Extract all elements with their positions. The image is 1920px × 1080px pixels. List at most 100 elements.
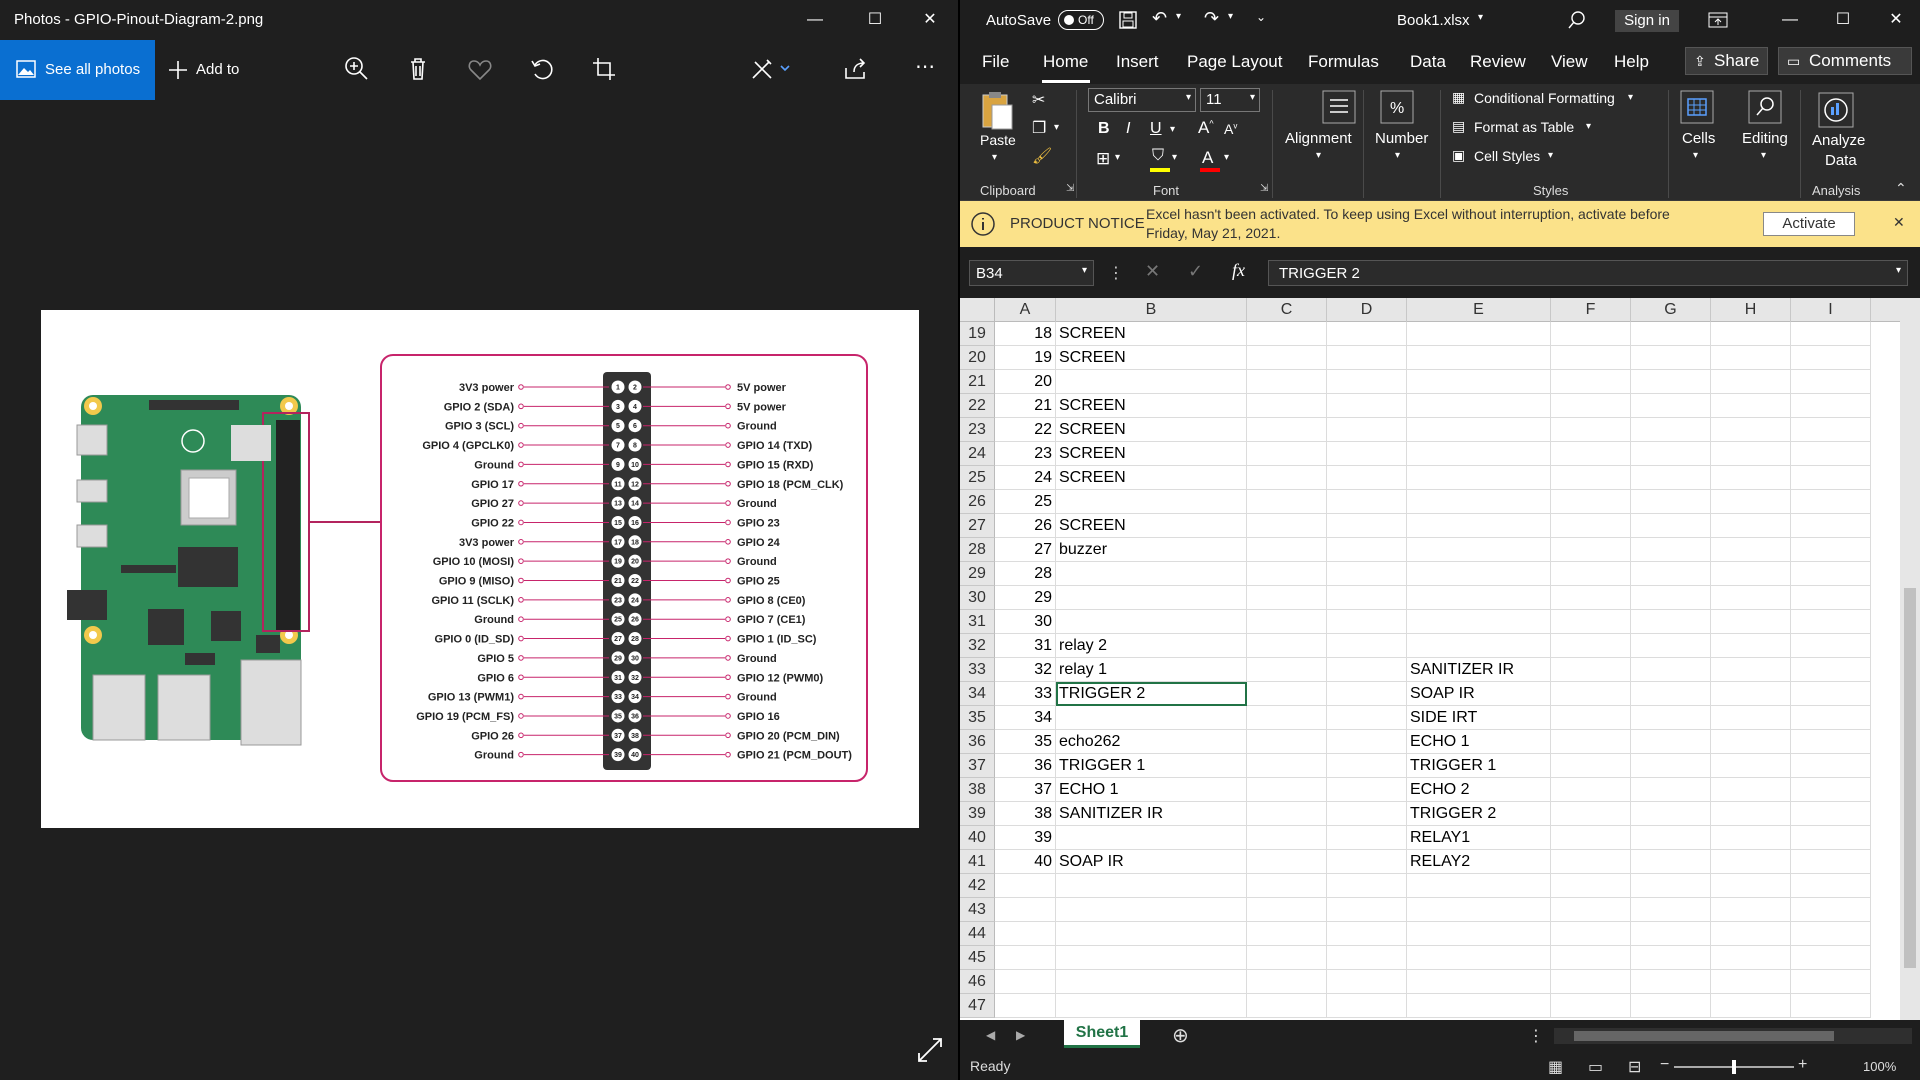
insert-function-icon[interactable]: fx — [1232, 260, 1245, 281]
redo-dropdown-icon[interactable]: ▾ — [1228, 11, 1233, 22]
cell-i46[interactable] — [1791, 970, 1871, 994]
cell-a38[interactable]: 37 — [995, 778, 1056, 802]
cell-g20[interactable] — [1631, 346, 1711, 370]
analyze-data-icon[interactable] — [1816, 90, 1856, 130]
cell-h35[interactable] — [1711, 706, 1791, 730]
cell-h32[interactable] — [1711, 634, 1791, 658]
cell-g32[interactable] — [1631, 634, 1711, 658]
decrease-font-icon[interactable]: Av — [1224, 121, 1237, 137]
cell-f46[interactable] — [1551, 970, 1631, 994]
cell-e37[interactable]: TRIGGER 1 — [1407, 754, 1551, 778]
row-header[interactable]: 42 — [960, 874, 995, 898]
bold-button[interactable]: B — [1098, 120, 1110, 138]
cell-h43[interactable] — [1711, 898, 1791, 922]
cell-b44[interactable] — [1056, 922, 1247, 946]
cell-g25[interactable] — [1631, 466, 1711, 490]
row-header[interactable]: 36 — [960, 730, 995, 754]
column-header-e[interactable]: E — [1407, 298, 1551, 322]
cell-b22[interactable]: SCREEN — [1056, 394, 1247, 418]
font-size-select[interactable]: 11 ▾ — [1200, 88, 1260, 112]
cell-c31[interactable] — [1247, 610, 1327, 634]
cell-f42[interactable] — [1551, 874, 1631, 898]
cell-d43[interactable] — [1327, 898, 1407, 922]
cell-g46[interactable] — [1631, 970, 1711, 994]
cells-icon[interactable] — [1680, 90, 1714, 124]
cells-dropdown-icon[interactable]: ▾ — [1693, 150, 1698, 161]
horizontal-scroll-thumb[interactable] — [1574, 1031, 1834, 1041]
cell-c40[interactable] — [1247, 826, 1327, 850]
column-header-b[interactable]: B — [1056, 298, 1247, 322]
row-header[interactable]: 40 — [960, 826, 995, 850]
cell-g35[interactable] — [1631, 706, 1711, 730]
cell-c25[interactable] — [1247, 466, 1327, 490]
cell-e33[interactable]: SANITIZER IR — [1407, 658, 1551, 682]
column-header-h[interactable]: H — [1711, 298, 1791, 322]
comments-button[interactable]: ▭ Comments — [1778, 47, 1912, 75]
cell-f23[interactable] — [1551, 418, 1631, 442]
customize-qat-icon[interactable]: ⌄ — [1256, 10, 1266, 24]
cell-i29[interactable] — [1791, 562, 1871, 586]
tab-file[interactable]: File — [982, 52, 1009, 72]
fullscreen-icon[interactable] — [915, 1035, 945, 1065]
sign-in-button[interactable]: Sign in — [1615, 10, 1679, 32]
cell-e43[interactable] — [1407, 898, 1551, 922]
column-header-g[interactable]: G — [1631, 298, 1711, 322]
row-header[interactable]: 47 — [960, 994, 995, 1018]
editing-button[interactable]: Editing — [1742, 130, 1788, 147]
ribbon-display-icon[interactable] — [1708, 12, 1728, 28]
cell-g47[interactable] — [1631, 994, 1711, 1018]
cell-g27[interactable] — [1631, 514, 1711, 538]
cell-b32[interactable]: relay 2 — [1056, 634, 1247, 658]
cell-e36[interactable]: ECHO 1 — [1407, 730, 1551, 754]
cell-f41[interactable] — [1551, 850, 1631, 874]
underline-dropdown-icon[interactable]: ▾ — [1170, 124, 1175, 135]
cell-f25[interactable] — [1551, 466, 1631, 490]
cell-d29[interactable] — [1327, 562, 1407, 586]
row-header[interactable]: 31 — [960, 610, 995, 634]
cell-g38[interactable] — [1631, 778, 1711, 802]
cell-styles-dropdown-icon[interactable]: ▾ — [1548, 150, 1553, 161]
paste-icon[interactable] — [980, 90, 1014, 130]
cell-a45[interactable] — [995, 946, 1056, 970]
cell-a41[interactable]: 40 — [995, 850, 1056, 874]
cell-a32[interactable]: 31 — [995, 634, 1056, 658]
activate-button[interactable]: Activate — [1763, 212, 1855, 236]
zoom-level[interactable]: 100% — [1863, 1059, 1896, 1074]
cell-e30[interactable] — [1407, 586, 1551, 610]
heart-icon[interactable] — [465, 54, 495, 84]
cell-e35[interactable]: SIDE IRT — [1407, 706, 1551, 730]
cell-h37[interactable] — [1711, 754, 1791, 778]
cell-e23[interactable] — [1407, 418, 1551, 442]
cell-d37[interactable] — [1327, 754, 1407, 778]
cell-b40[interactable] — [1056, 826, 1247, 850]
crop-icon[interactable] — [589, 54, 619, 84]
cell-f33[interactable] — [1551, 658, 1631, 682]
row-header[interactable]: 39 — [960, 802, 995, 826]
tab-insert[interactable]: Insert — [1116, 52, 1159, 72]
increase-font-icon[interactable]: A^ — [1198, 118, 1214, 138]
cell-c23[interactable] — [1247, 418, 1327, 442]
tab-view[interactable]: View — [1551, 52, 1588, 72]
normal-view-icon[interactable]: ▦ — [1548, 1057, 1563, 1077]
cell-h28[interactable] — [1711, 538, 1791, 562]
cell-e46[interactable] — [1407, 970, 1551, 994]
cell-h29[interactable] — [1711, 562, 1791, 586]
cell-a21[interactable]: 20 — [995, 370, 1056, 394]
cell-i31[interactable] — [1791, 610, 1871, 634]
cell-g43[interactable] — [1631, 898, 1711, 922]
cell-i41[interactable] — [1791, 850, 1871, 874]
font-color-dropdown-icon[interactable]: ▾ — [1224, 152, 1229, 163]
cell-f37[interactable] — [1551, 754, 1631, 778]
cell-a25[interactable]: 24 — [995, 466, 1056, 490]
row-header[interactable]: 27 — [960, 514, 995, 538]
add-sheet-icon[interactable]: ⊕ — [1172, 1023, 1189, 1048]
cell-f22[interactable] — [1551, 394, 1631, 418]
row-header[interactable]: 33 — [960, 658, 995, 682]
cell-a42[interactable] — [995, 874, 1056, 898]
formula-bar-menu-icon[interactable]: ⋮ — [1108, 263, 1124, 283]
vertical-scroll-thumb[interactable] — [1904, 588, 1916, 968]
cell-g41[interactable] — [1631, 850, 1711, 874]
cell-e41[interactable]: RELAY2 — [1407, 850, 1551, 874]
cell-h23[interactable] — [1711, 418, 1791, 442]
cell-f21[interactable] — [1551, 370, 1631, 394]
